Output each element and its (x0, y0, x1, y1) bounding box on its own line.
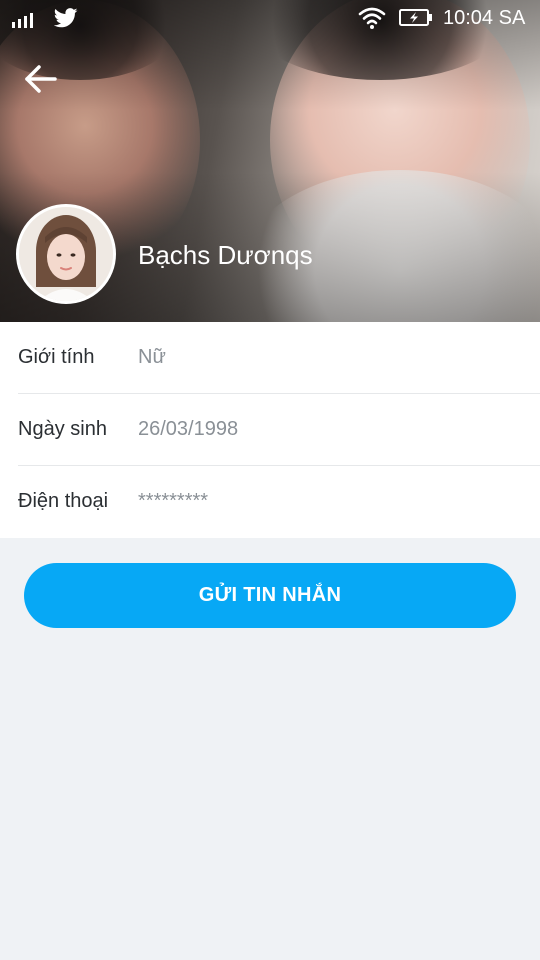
arrow-left-icon (25, 65, 57, 93)
status-time: 10:04 SA (443, 7, 526, 29)
info-row-phone: Điện thoại ********* (0, 466, 540, 538)
birthday-value: 26/03/1998 (138, 418, 239, 440)
gender-label: Giới tính (18, 346, 95, 368)
back-button[interactable] (22, 62, 60, 96)
phone-label: Điện thoại (18, 490, 109, 512)
battery-charging-icon (399, 9, 432, 26)
avatar[interactable] (16, 204, 116, 304)
birthday-label: Ngày sinh (18, 418, 107, 440)
profile-name: Bạchs Dươnqs (138, 240, 313, 270)
status-bar: 10:04 SA (0, 0, 540, 38)
send-message-button[interactable]: GỬI TIN NHẮN (24, 563, 516, 628)
info-row-birthday: Ngày sinh 26/03/1998 (0, 394, 540, 466)
info-row-gender: Giới tính Nữ (0, 322, 540, 394)
signal-icon (12, 12, 33, 28)
profile-info-card: Giới tính Nữ Ngày sinh 26/03/1998 Điện t… (0, 322, 540, 538)
wifi-icon (358, 7, 386, 29)
gender-value: Nữ (138, 346, 166, 368)
avatar-image (19, 207, 113, 301)
phone-value: ********* (138, 490, 209, 512)
twitter-icon (54, 8, 78, 28)
